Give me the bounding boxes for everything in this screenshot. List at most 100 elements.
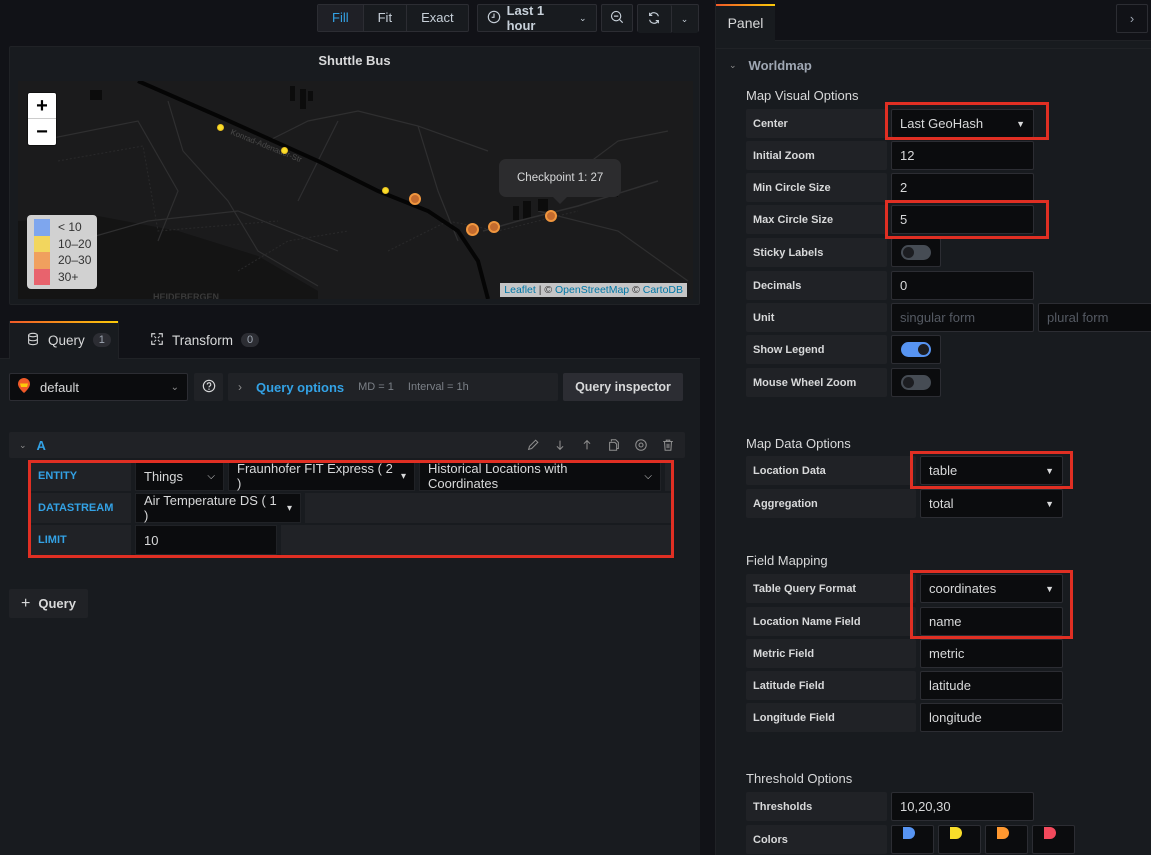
location-data-select[interactable]: table ▼ — [920, 456, 1063, 485]
time-range-picker[interactable]: Last 1 hour ⌄ — [476, 3, 597, 33]
collapse-chevron-icon[interactable]: ⌄ — [19, 440, 27, 451]
option-label: Decimals — [746, 271, 887, 300]
max-circle-size-input[interactable]: 5 — [891, 205, 1034, 234]
fill-button[interactable]: Fill — [318, 5, 364, 31]
min-circle-size-input[interactable]: 2 — [891, 173, 1034, 202]
option-aggregation: Aggregation total ▼ — [746, 489, 1063, 518]
map-marker[interactable] — [382, 187, 389, 194]
map-marker[interactable] — [217, 124, 224, 131]
fit-button[interactable]: Fit — [364, 5, 408, 31]
move-up-icon[interactable] — [580, 438, 594, 452]
legend-item: < 10 — [34, 219, 91, 236]
add-query-label: Query — [38, 596, 76, 611]
color-picker-4[interactable] — [1032, 825, 1075, 854]
divider — [716, 41, 1151, 49]
color-swatch — [997, 827, 1009, 839]
leaflet-link[interactable]: Leaflet — [504, 284, 536, 296]
map-marker[interactable] — [488, 221, 500, 233]
help-button[interactable] — [194, 373, 223, 401]
chevron-down-icon: ⌄ — [579, 12, 587, 23]
map-marker[interactable] — [466, 223, 479, 236]
entity-type-select[interactable]: Things ⌵ — [135, 461, 224, 491]
group-title: Threshold Options — [746, 771, 853, 786]
clock-icon — [487, 10, 501, 27]
color-picker-2[interactable] — [938, 825, 981, 854]
datastream-row: DATASTREAM Air Temperature DS ( 1 ) ▾ — [30, 493, 674, 523]
show-legend-switch[interactable] — [891, 335, 941, 364]
collapse-options-button[interactable]: › — [1116, 4, 1148, 33]
worldmap-section-toggle[interactable]: ⌄ Worldmap — [716, 49, 1151, 75]
map-marker[interactable] — [409, 193, 421, 205]
eye-icon[interactable] — [634, 438, 648, 452]
entity-select[interactable]: Fraunhofer FIT Express ( 2 ) ▾ — [228, 461, 415, 491]
color-swatch — [903, 827, 915, 839]
option-thresholds: Thresholds 10,20,30 — [746, 792, 1034, 821]
location-name-field-input[interactable]: name — [920, 607, 1063, 636]
query-inspector-button[interactable]: Query inspector — [563, 373, 683, 401]
legend-swatch — [34, 268, 50, 285]
mouse-wheel-zoom-switch[interactable] — [891, 368, 941, 397]
legend-label: 20–30 — [58, 253, 92, 268]
option-location-data: Location Data table ▼ — [746, 456, 1063, 485]
add-query-button[interactable]: + Query — [9, 589, 88, 618]
center-select[interactable]: Last GeoHash ▼ — [891, 109, 1034, 138]
edit-icon[interactable] — [526, 438, 540, 452]
latitude-field-input[interactable]: latitude — [920, 671, 1063, 700]
thresholds-input[interactable]: 10,20,30 — [891, 792, 1034, 821]
refresh-button[interactable] — [637, 5, 672, 33]
table-query-format-select[interactable]: coordinates ▼ — [920, 574, 1063, 603]
legend-item: 20–30 — [34, 252, 91, 269]
refresh-icon — [647, 11, 661, 28]
tab-panel[interactable]: Panel — [716, 4, 775, 41]
query-row-actions — [526, 438, 675, 452]
map-zoom-out-button[interactable]: − — [28, 119, 56, 145]
initial-zoom-input[interactable]: 12 — [891, 141, 1034, 170]
option-center: Center Last GeoHash ▼ — [746, 109, 1034, 138]
limit-row: LIMIT 10 — [30, 525, 674, 555]
legend-swatch — [34, 235, 50, 252]
decimals-input[interactable]: 0 — [891, 271, 1034, 300]
cartodb-link[interactable]: CartoDB — [643, 284, 683, 296]
worldmap-panel: Shuttle Bus Konrad-Adenauer-Str HEIDEBER… — [9, 46, 700, 305]
map-canvas[interactable]: Konrad-Adenauer-Str HEIDEBERGEN Checkpoi… — [18, 81, 693, 299]
duplicate-icon[interactable] — [607, 438, 621, 452]
refresh-interval-dropdown[interactable]: ⌄ — [671, 5, 698, 33]
entity-subresource-select[interactable]: Historical Locations with Coordinates ⌵ — [419, 461, 661, 491]
tab-query[interactable]: Query 1 — [9, 321, 119, 359]
openstreetmap-link[interactable]: OpenStreetMap — [555, 284, 629, 296]
move-down-icon[interactable] — [553, 438, 567, 452]
map-marker[interactable] — [281, 147, 288, 154]
tab-transform[interactable]: Transform 0 — [134, 321, 275, 359]
unit-plural-input[interactable]: plural form — [1038, 303, 1151, 332]
trash-icon[interactable] — [661, 438, 675, 452]
datastream-select[interactable]: Air Temperature DS ( 1 ) ▾ — [135, 493, 301, 523]
aggregation-select[interactable]: total ▼ — [920, 489, 1063, 518]
metric-field-input[interactable]: metric — [920, 639, 1063, 668]
option-label: Table Query Format — [746, 574, 916, 603]
option-colors: Colors — [746, 825, 1075, 854]
zoom-out-time-button[interactable] — [600, 4, 633, 32]
entity-type-value: Things — [144, 468, 184, 484]
datasource-select[interactable]: default ⌄ — [9, 373, 188, 401]
attribution-separator: | © — [535, 284, 556, 296]
sticky-labels-switch[interactable] — [891, 238, 941, 267]
option-label: Unit — [746, 303, 887, 332]
options-tabs: Panel › — [716, 0, 1151, 41]
longitude-field-input[interactable]: longitude — [920, 703, 1063, 732]
center-value: Last GeoHash — [900, 116, 984, 131]
color-picker-3[interactable] — [985, 825, 1028, 854]
exact-button[interactable]: Exact — [407, 5, 468, 31]
pane-divider[interactable] — [700, 0, 715, 855]
color-picker-1[interactable] — [891, 825, 934, 854]
unit-singular-input[interactable]: singular form — [891, 303, 1034, 332]
map-zoom-in-button[interactable]: + — [28, 93, 56, 119]
marker-tooltip: Checkpoint 1: 27 — [499, 159, 622, 204]
map-marker[interactable] — [545, 210, 557, 222]
limit-input[interactable]: 10 — [135, 525, 277, 555]
option-label: Show Legend — [746, 335, 887, 364]
query-row-header[interactable]: ⌄ A — [9, 432, 685, 458]
row-filler — [281, 525, 674, 555]
options-pane: Panel › ⌄ Worldmap Map Visual Options Ce… — [715, 0, 1151, 855]
query-tabs: Query 1 Transform 0 — [0, 321, 700, 359]
query-options-toggle[interactable]: › Query options MD = 1 Interval = 1h — [228, 373, 558, 401]
